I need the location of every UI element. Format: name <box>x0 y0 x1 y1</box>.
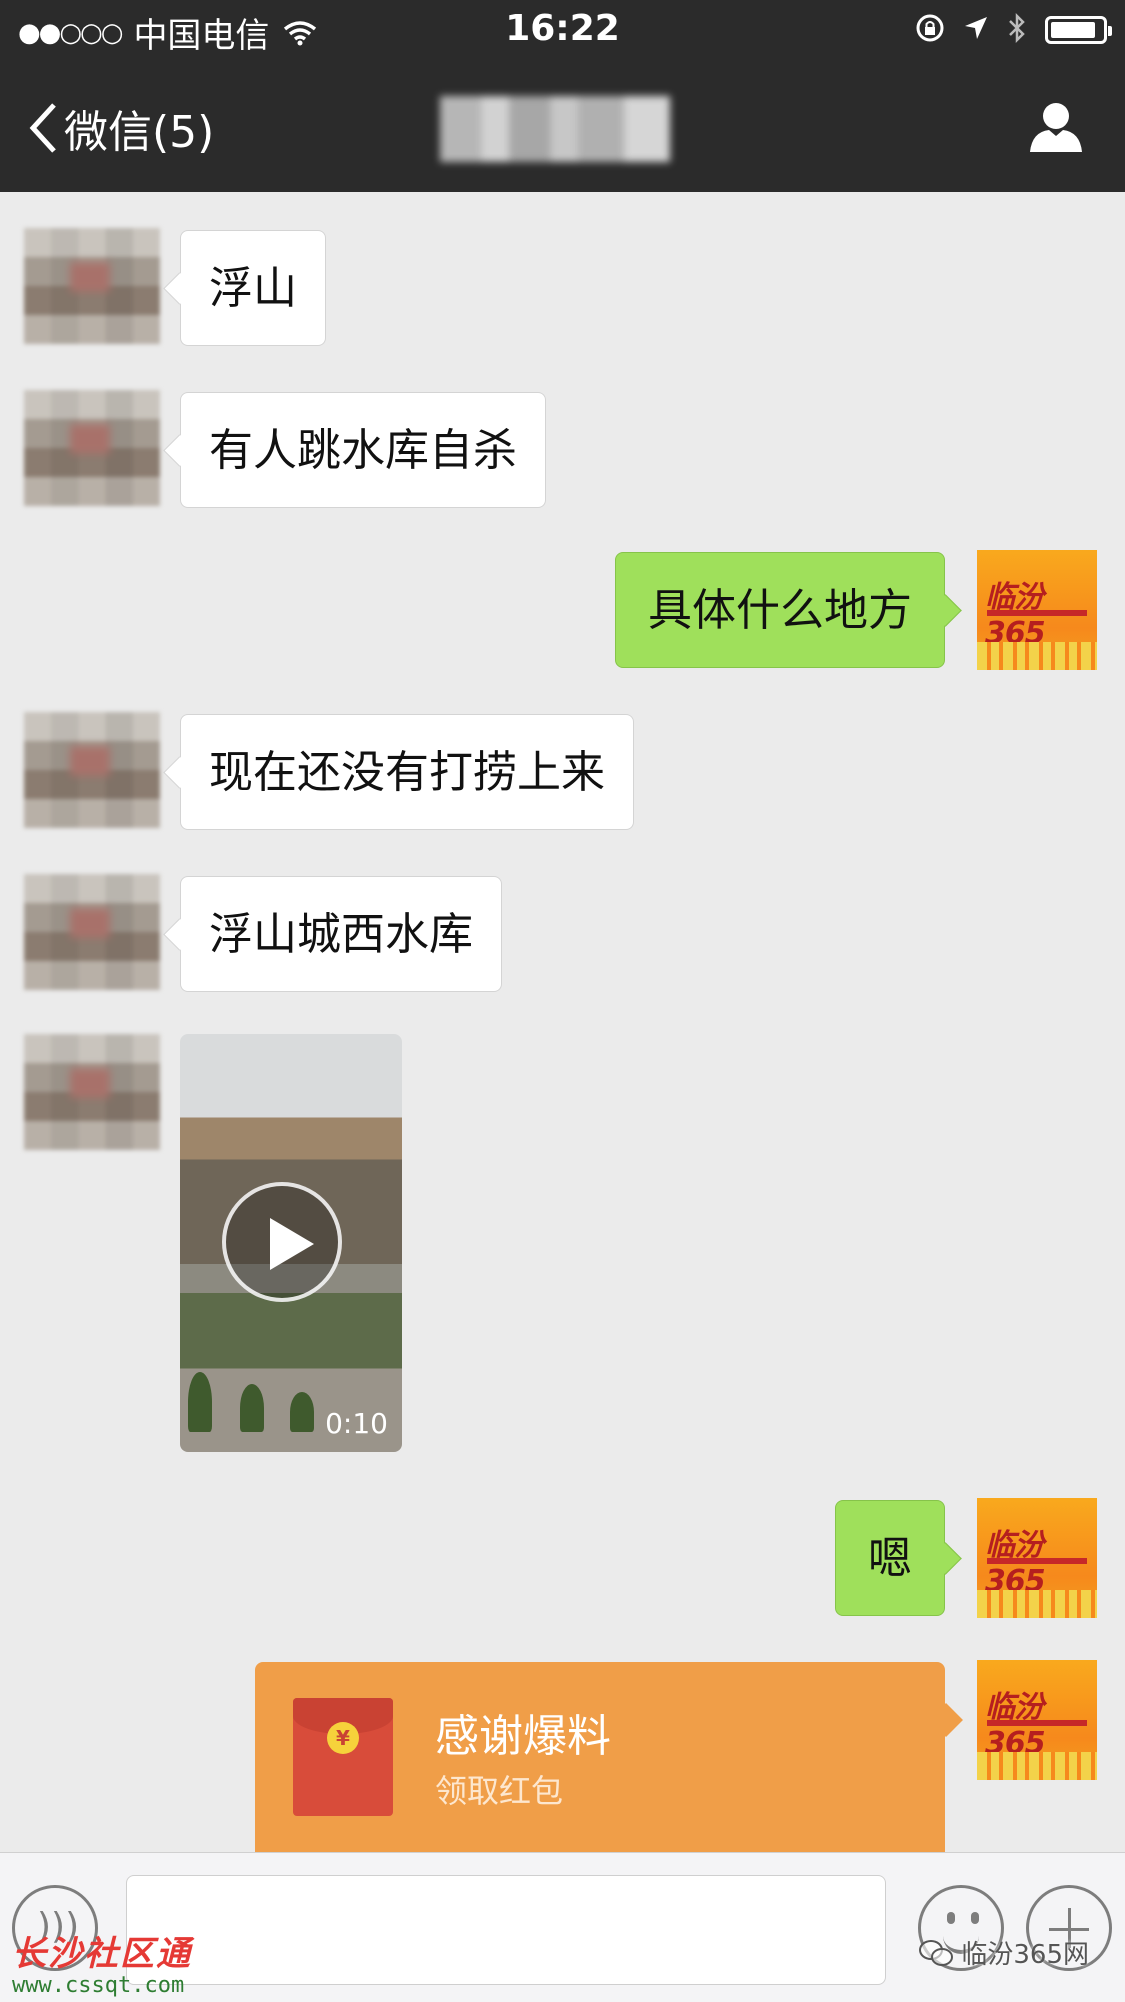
play-icon[interactable] <box>222 1182 342 1302</box>
my-avatar[interactable]: 临汾365 <box>977 1660 1097 1780</box>
message-bubble[interactable]: 浮山城西水库 <box>180 876 502 992</box>
watermark-right: 临汾365网 <box>919 1934 1089 1971</box>
video-duration: 0:10 <box>325 1407 388 1440</box>
video-message[interactable]: 0:10 <box>180 1034 402 1452</box>
status-bar: ●●○○○ 中国电信 16:22 <box>0 0 1125 60</box>
message-row: 嗯 临汾365 <box>0 1498 1125 1618</box>
bluetooth-icon <box>1007 12 1027 48</box>
signal-strength: ●●○○○ <box>18 17 123 48</box>
carrier-name: 中国电信 <box>133 16 270 56</box>
status-right <box>915 12 1112 48</box>
wifi-icon <box>283 20 317 46</box>
message-bubble[interactable]: 现在还没有打捞上来 <box>180 714 634 830</box>
my-avatar[interactable]: 临汾365 <box>977 550 1097 670</box>
status-left: ●●○○○ 中国电信 <box>18 8 317 57</box>
contact-avatar[interactable] <box>24 1034 160 1150</box>
contact-profile-button[interactable] <box>1027 100 1085 158</box>
chat-title-redacted <box>440 96 670 162</box>
watermark-left-title: 长沙社区通 <box>12 1934 192 1974</box>
red-packet-subtitle: 领取红包 <box>435 1772 564 1810</box>
coin-icon: ¥ <box>327 1722 359 1754</box>
message-bubble[interactable]: 有人跳水库自杀 <box>180 392 546 508</box>
watermark-right-text: 临汾365网 <box>961 1940 1089 1970</box>
contact-avatar[interactable] <box>24 874 160 990</box>
message-row: 具体什么地方 临汾365 <box>0 550 1125 670</box>
battery-icon <box>1045 16 1112 44</box>
person-icon <box>1027 103 1085 158</box>
message-row-video: 0:10 <box>0 1034 1125 1454</box>
message-row: 浮山城西水库 <box>0 874 1125 994</box>
message-bubble-sent[interactable]: 具体什么地方 <box>615 552 945 668</box>
contact-avatar[interactable] <box>24 228 160 344</box>
back-button[interactable]: 微信(5) <box>28 96 214 160</box>
red-envelope-icon: ¥ <box>293 1698 393 1816</box>
message-row: 现在还没有打捞上来 <box>0 712 1125 832</box>
contact-avatar[interactable] <box>24 712 160 828</box>
wechat-icon <box>919 1939 954 1966</box>
message-input[interactable] <box>126 1875 886 1985</box>
red-packet-title: 感谢爆料 <box>435 1711 611 1762</box>
watermark-left: 长沙社区通 www.cssqt.com <box>12 1926 192 1998</box>
nav-bar: 微信(5) <box>0 60 1125 192</box>
my-avatar[interactable]: 临汾365 <box>977 1498 1097 1618</box>
watermark-left-url: www.cssqt.com <box>12 1973 185 1998</box>
back-label: 微信(5) <box>64 107 215 158</box>
message-bubble-sent[interactable]: 嗯 <box>835 1500 945 1616</box>
message-row: 有人跳水库自杀 <box>0 390 1125 510</box>
back-chevron-icon <box>28 102 58 154</box>
lock-rotation-icon <box>915 13 945 47</box>
chat-area[interactable]: 浮山 有人跳水库自杀 具体什么地方 临汾365 现在还没有打捞上来 浮山城西水库… <box>0 192 1125 1922</box>
location-arrow-icon <box>963 15 989 45</box>
message-bubble[interactable]: 浮山 <box>180 230 326 346</box>
message-row: 浮山 <box>0 228 1125 348</box>
contact-avatar[interactable] <box>24 390 160 506</box>
